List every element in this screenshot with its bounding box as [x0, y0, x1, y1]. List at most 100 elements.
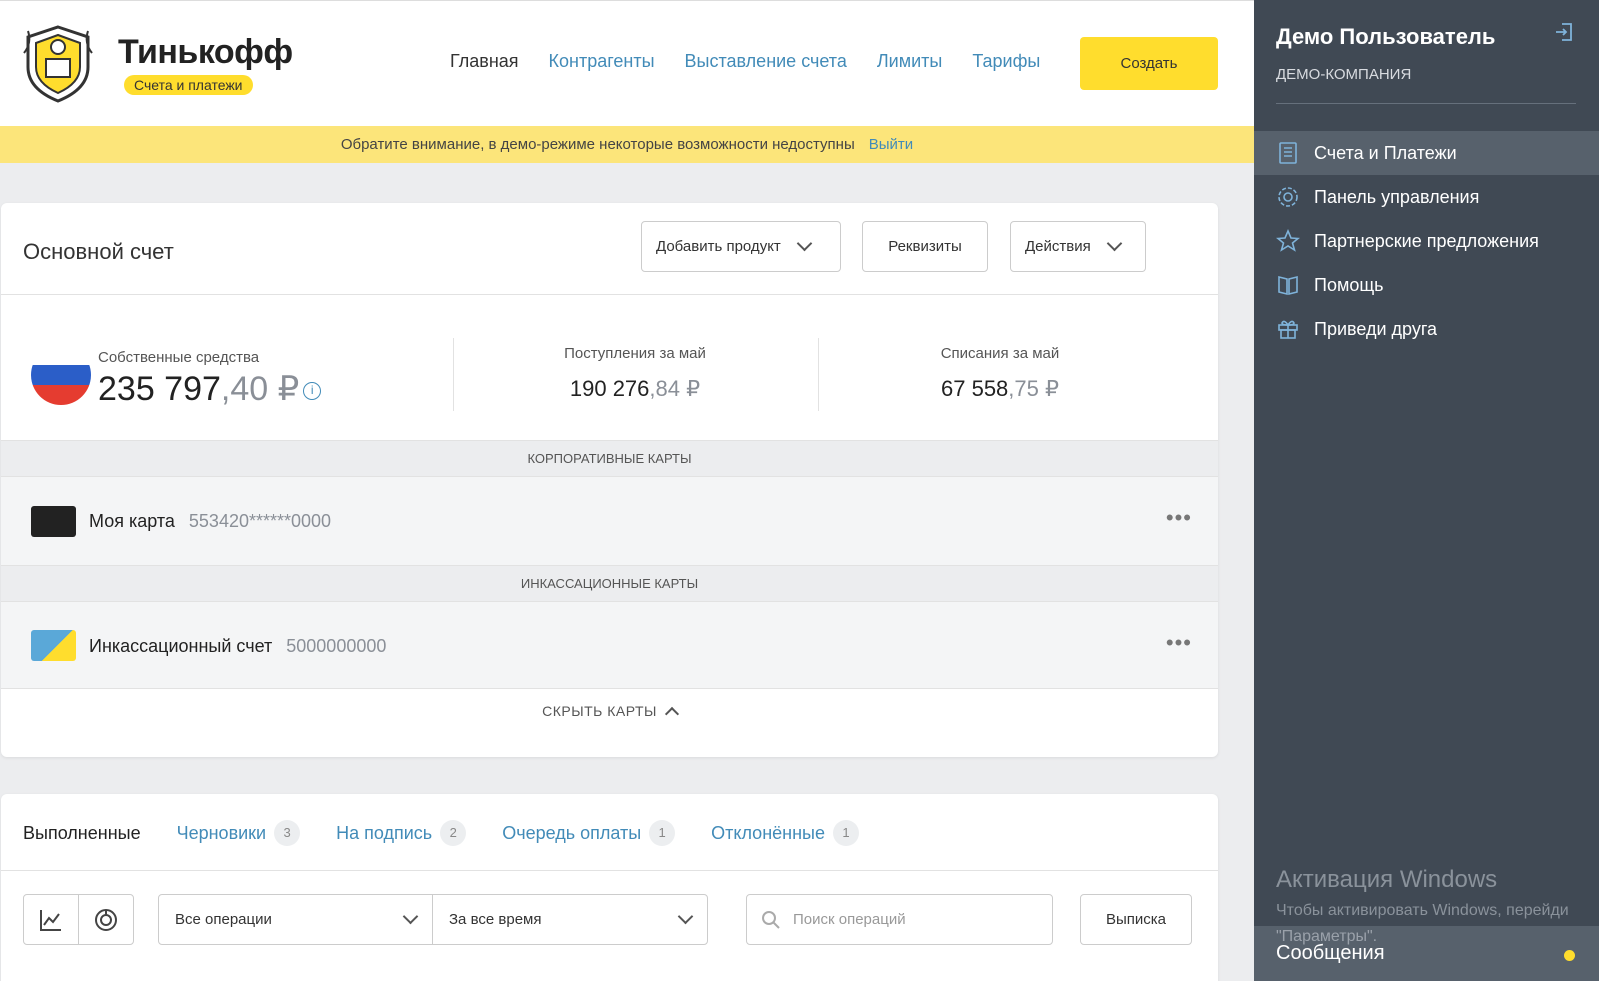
- sidebar-item-label: Партнерские предложения: [1314, 230, 1539, 251]
- nav-invoicing[interactable]: Выставление счета: [685, 51, 847, 72]
- tab-label: Выполненные: [23, 822, 141, 843]
- black-card-icon: [31, 506, 76, 537]
- chevron-down-icon: [796, 235, 813, 252]
- add-product-button[interactable]: Добавить продукт: [641, 221, 841, 272]
- tinkoff-logo-icon[interactable]: [22, 23, 94, 103]
- sidebar-item-label: Панель управления: [1314, 186, 1480, 207]
- sidebar-item-partner-offers[interactable]: Партнерские предложения: [1254, 219, 1599, 263]
- sidebar-item-refer-friend[interactable]: Приведи друга: [1254, 307, 1599, 351]
- income-dec: ,84 ₽: [649, 376, 701, 401]
- own-funds-value: 235 797,40 ₽ i: [98, 369, 322, 409]
- pie-chart-icon: [95, 908, 117, 931]
- line-chart-button[interactable]: [23, 894, 79, 945]
- divider: [1, 870, 1218, 871]
- chevron-down-icon: [677, 908, 694, 925]
- star-icon: [1276, 229, 1300, 252]
- sidebar: Демо Пользователь ДЕМО-КОМПАНИЯ Счета и …: [1254, 0, 1599, 981]
- count-badge: 1: [649, 820, 676, 846]
- tab-label: Черновики: [176, 822, 267, 843]
- card-row[interactable]: Инкассационный счет 5000000000 •••: [1, 602, 1218, 688]
- divider: [818, 338, 819, 411]
- tab-drafts[interactable]: Черновики 3: [177, 820, 301, 846]
- count-badge: 2: [440, 820, 467, 846]
- brand-name: Тинькофф: [118, 33, 293, 71]
- card-number: 553420******0000: [188, 511, 332, 531]
- company-name: ДЕМО-КОМПАНИЯ: [1276, 66, 1412, 83]
- tab-label: Очередь оплаты: [502, 822, 642, 843]
- income-stat: Поступления за май 190 276,84 ₽: [485, 345, 785, 402]
- more-options-icon[interactable]: •••: [1166, 630, 1192, 656]
- tab-label: Отклонённые: [711, 822, 825, 843]
- nav-counterparties[interactable]: Контрагенты: [549, 51, 655, 72]
- operation-type-select[interactable]: Все операции: [158, 894, 433, 945]
- statement-button[interactable]: Выписка: [1080, 894, 1192, 945]
- main-nav: Главная Контрагенты Выставление счета Ли…: [450, 51, 1040, 72]
- tab-label: На подпись: [336, 822, 433, 843]
- search-input[interactable]: Поиск операций: [746, 894, 1053, 945]
- collection-card-icon: [31, 630, 76, 661]
- divider: [1276, 103, 1576, 104]
- tab-completed[interactable]: Выполненные: [23, 820, 141, 846]
- operations-tabs: Выполненные Черновики 3 На подпись 2 Очере…: [23, 820, 859, 846]
- exit-demo-link[interactable]: Выйти: [869, 136, 913, 153]
- card-row[interactable]: Моя карта 553420******0000 •••: [1, 477, 1218, 565]
- pie-chart-button[interactable]: [78, 894, 134, 945]
- period-value: За все время: [449, 911, 542, 928]
- windows-activation-text: Чтобы активировать Windows, перейди: [1276, 902, 1569, 919]
- nav-main[interactable]: Главная: [450, 51, 519, 72]
- top-header: Тинькофф Счета и платежи Главная Контраг…: [0, 0, 1254, 126]
- period-select[interactable]: За все время: [432, 894, 708, 945]
- income-int: 190 276: [569, 376, 650, 401]
- tab-rejected[interactable]: Отклонённые 1: [711, 820, 859, 846]
- demo-notice-bar: Обратите внимание, в демо-режиме некотор…: [0, 126, 1254, 163]
- card-info: Инкассационный счет 5000000000: [89, 636, 386, 657]
- book-icon: [1278, 275, 1298, 296]
- user-name: Демо Пользователь: [1276, 24, 1496, 49]
- sidebar-item-label: Счета и Платежи: [1314, 142, 1457, 163]
- operations-panel: Выполненные Черновики 3 На подпись 2 Очере…: [1, 794, 1218, 981]
- own-funds-int: 235 797: [98, 370, 221, 408]
- chevron-up-icon: [664, 706, 679, 722]
- expense-stat: Списания за май 67 558,75 ₽: [850, 345, 1150, 402]
- count-badge: 1: [832, 820, 859, 846]
- sidebar-menu: Счета и Платежи Панель управления Партне…: [1254, 131, 1599, 351]
- expense-label: Списания за май: [940, 345, 1060, 362]
- card-info: Моя карта 553420******0000: [89, 511, 331, 532]
- logout-icon[interactable]: [1554, 22, 1574, 42]
- income-label: Поступления за май: [564, 345, 706, 362]
- nav-limits[interactable]: Лимиты: [877, 51, 942, 72]
- sidebar-item-accounts[interactable]: Счета и Платежи: [1254, 131, 1599, 175]
- income-value: 190 276,84 ₽: [485, 376, 785, 402]
- tab-payment-queue[interactable]: Очередь оплаты 1: [502, 820, 676, 846]
- card-number: 5000000000: [286, 636, 387, 656]
- account-title: Основной счет: [23, 239, 174, 264]
- search-icon: [762, 910, 780, 929]
- card-name: Моя карта: [89, 511, 175, 531]
- actions-label: Действия: [1025, 238, 1091, 255]
- create-button[interactable]: Создать: [1080, 37, 1218, 90]
- russia-flag-icon: [31, 345, 91, 405]
- requisites-button[interactable]: Реквизиты: [862, 221, 988, 272]
- gift-icon: [1278, 320, 1298, 339]
- card-name: Инкассационный счет: [89, 636, 273, 656]
- chevron-down-icon: [1106, 235, 1123, 252]
- tab-to-sign[interactable]: На подпись 2: [336, 820, 467, 846]
- count-badge: 3: [274, 820, 301, 846]
- hide-cards-button[interactable]: СКРЫТЬ КАРТЫ: [1, 703, 1218, 722]
- requisites-label: Реквизиты: [888, 238, 962, 255]
- actions-button[interactable]: Действия: [1010, 221, 1146, 272]
- hide-cards-label: СКРЫТЬ КАРТЫ: [542, 703, 657, 719]
- nav-tariffs[interactable]: Тарифы: [972, 51, 1040, 72]
- own-funds-dec: ,40 ₽: [220, 370, 300, 408]
- document-icon: [1279, 142, 1297, 164]
- sidebar-item-control-panel[interactable]: Панель управления: [1254, 175, 1599, 219]
- collection-cards-header: ИНКАССАЦИОННЫЕ КАРТЫ: [1, 565, 1218, 602]
- search-placeholder: Поиск операций: [793, 911, 906, 928]
- sidebar-item-label: Приведи друга: [1314, 318, 1438, 339]
- more-options-icon[interactable]: •••: [1166, 505, 1192, 531]
- info-icon[interactable]: i: [303, 382, 322, 400]
- windows-activation-text-2: "Параметры".: [1276, 928, 1378, 945]
- sidebar-item-help[interactable]: Помощь: [1254, 263, 1599, 307]
- divider: [1, 294, 1218, 295]
- line-chart-icon: [40, 909, 61, 931]
